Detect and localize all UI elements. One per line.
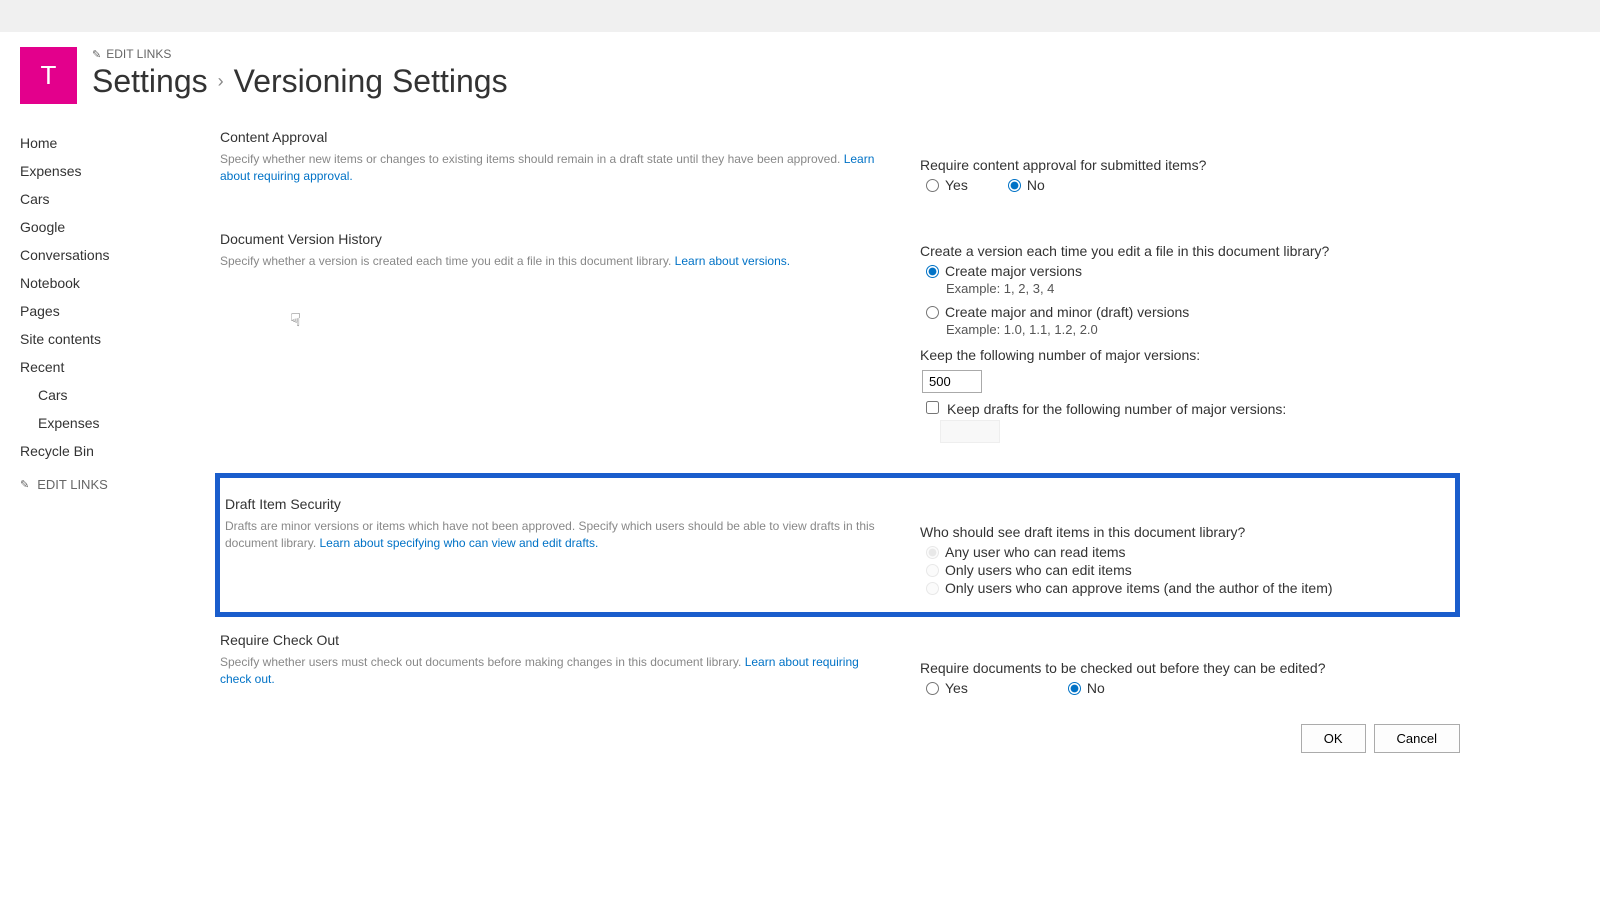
version-question: Create a version each time you edit a fi… [920,243,1460,259]
radio-label: Yes [945,177,968,193]
radio-checkout-no[interactable] [1068,682,1081,695]
section-title: Content Approval [220,129,890,145]
edit-links-label: EDIT LINKS [37,477,108,492]
edit-links-label: EDIT LINKS [106,47,171,61]
keep-versions-label: Keep the following number of major versi… [920,347,1460,363]
nav-conversations[interactable]: Conversations [20,241,200,269]
learn-versions-link[interactable]: Learn about versions. [675,254,790,268]
version-minor[interactable]: Create major and minor (draft) versions [926,304,1460,320]
site-logo[interactable]: T [20,47,77,104]
example-major: Example: 1, 2, 3, 4 [946,281,1460,296]
version-major[interactable]: Create major versions [926,263,1460,279]
radio-approval-yes[interactable] [926,179,939,192]
section-desc: Specify whether a version is created eac… [220,253,890,270]
section-title: Require Check Out [220,632,890,648]
radio-draft-approve[interactable] [926,582,939,595]
desc-text: Specify whether new items or changes to … [220,152,844,166]
breadcrumb-separator-icon: › [218,71,224,92]
radio-version-minor[interactable] [926,306,939,319]
desc-text: Specify whether a version is created eac… [220,254,675,268]
checkout-question: Require documents to be checked out befo… [920,660,1460,676]
nav-expenses[interactable]: Expenses [20,157,200,185]
page-header: T ✎ EDIT LINKS Settings › Versioning Set… [20,47,1580,104]
desc-text: Specify whether users must check out doc… [220,655,745,669]
nav-recent-expenses[interactable]: Expenses [20,409,200,437]
draft-edit-users[interactable]: Only users who can edit items [926,562,1440,578]
main-content: Content Approval Specify whether new ite… [200,129,1580,753]
radio-version-major[interactable] [926,265,939,278]
keep-drafts-input [940,420,1000,443]
section-desc: Drafts are minor versions or items which… [225,518,890,552]
radio-approval-no[interactable] [1008,179,1021,192]
nav-google[interactable]: Google [20,213,200,241]
checkout-yes[interactable]: Yes [926,680,968,696]
form-buttons: OK Cancel [220,724,1460,753]
draft-approve-users[interactable]: Only users who can approve items (and th… [926,580,1440,596]
approval-question: Require content approval for submitted i… [920,157,1460,173]
nav-recent[interactable]: Recent [20,353,200,381]
radio-label: No [1087,680,1105,696]
radio-label: Yes [945,680,968,696]
section-content-approval: Content Approval Specify whether new ite… [220,129,1460,201]
section-title: Document Version History [220,231,890,247]
radio-draft-any[interactable] [926,546,939,559]
checkout-no[interactable]: No [1068,680,1105,696]
keep-versions-input[interactable] [922,370,982,393]
keep-drafts-label: Keep drafts for the following number of … [947,401,1286,417]
edit-links-top[interactable]: ✎ EDIT LINKS [92,47,1580,61]
section-desc: Specify whether users must check out doc… [220,654,890,688]
draft-question: Who should see draft items in this docum… [920,524,1440,540]
nav-cars[interactable]: Cars [20,185,200,213]
breadcrumb-current: Versioning Settings [234,63,508,100]
radio-label: Create major and minor (draft) versions [945,304,1189,320]
nav-recent-cars[interactable]: Cars [20,381,200,409]
section-checkout: Require Check Out Specify whether users … [220,632,1460,704]
section-draft-security: Draft Item Security Drafts are minor ver… [220,496,1455,598]
left-nav: Home Expenses Cars Google Conversations … [20,129,200,753]
radio-label: No [1027,177,1045,193]
learn-drafts-link[interactable]: Learn about specifying who can view and … [319,536,598,550]
nav-notebook[interactable]: Notebook [20,269,200,297]
nav-site-contents[interactable]: Site contents [20,325,200,353]
cancel-button[interactable]: Cancel [1374,724,1460,753]
radio-label: Any user who can read items [945,544,1126,560]
radio-label: Only users who can edit items [945,562,1132,578]
approval-yes[interactable]: Yes [926,177,968,193]
edit-links-sidebar[interactable]: ✎ EDIT LINKS [20,477,200,492]
nav-recycle-bin[interactable]: Recycle Bin [20,437,200,465]
draft-any-user[interactable]: Any user who can read items [926,544,1440,560]
example-minor: Example: 1.0, 1.1, 1.2, 2.0 [946,322,1460,337]
nav-pages[interactable]: Pages [20,297,200,325]
nav-home[interactable]: Home [20,129,200,157]
suite-bar [0,0,1600,32]
breadcrumb-root[interactable]: Settings [92,63,208,100]
radio-draft-edit[interactable] [926,564,939,577]
pencil-icon: ✎ [20,478,29,491]
highlighted-draft-security: Draft Item Security Drafts are minor ver… [215,473,1460,617]
radio-label: Create major versions [945,263,1082,279]
section-version-history: Document Version History Specify whether… [220,231,1460,443]
section-desc: Specify whether new items or changes to … [220,151,890,185]
radio-checkout-yes[interactable] [926,682,939,695]
radio-label: Only users who can approve items (and th… [945,580,1333,596]
keep-drafts-checkbox[interactable] [926,401,939,414]
approval-no[interactable]: No [1008,177,1045,193]
pencil-icon: ✎ [92,48,101,61]
ok-button[interactable]: OK [1301,724,1366,753]
section-title: Draft Item Security [225,496,890,512]
breadcrumb: Settings › Versioning Settings [92,63,1580,100]
